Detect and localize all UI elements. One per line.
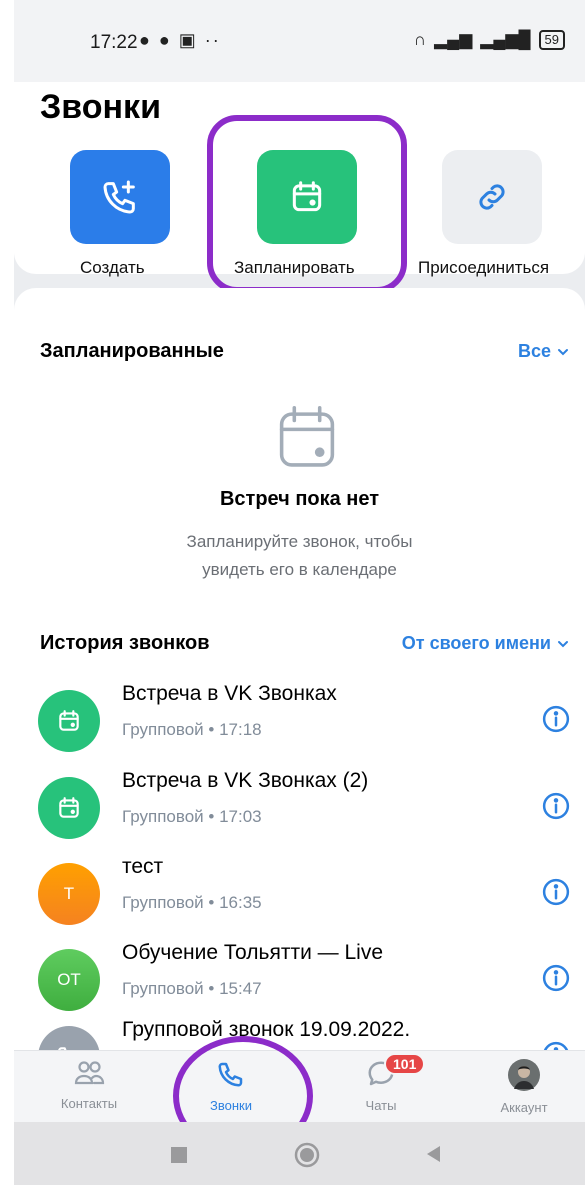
info-icon[interactable] — [541, 791, 571, 821]
join-call-button[interactable] — [442, 150, 542, 244]
row-title: Обучение Тольятти — Live — [122, 941, 383, 964]
calendar-icon — [59, 710, 79, 731]
system-navigation-bar — [14, 1122, 585, 1185]
avatar: ОТ — [38, 949, 100, 1011]
history-row[interactable]: Встреча в VK Звонках Групповой • 17:18 — [14, 680, 585, 766]
empty-state-subtitle-line-1: Запланируйте звонок, чтобы — [186, 532, 413, 551]
calendar-icon — [59, 797, 79, 818]
back-icon[interactable] — [424, 1144, 442, 1164]
phone-screen: 17:22 ● ● ▣ ·· ∩ ▂▄▆ ▂▄▆█ 59 Звонки Созд… — [14, 0, 585, 1185]
link-icon — [479, 184, 505, 210]
join-call-label: Присоединиться — [418, 258, 550, 277]
highlight-circle-schedule — [207, 115, 407, 293]
row-subtitle: Групповой • 17:18 — [122, 720, 262, 739]
row-subtitle: Групповой • 17:03 — [122, 807, 262, 826]
history-filter-dropdown[interactable]: От своего имени — [402, 633, 571, 654]
create-call-button[interactable] — [70, 150, 170, 244]
info-icon[interactable] — [541, 877, 571, 907]
row-title: Встреча в VK Звонках (2) — [122, 769, 369, 792]
signal-icon-2: ▂▄▆█ — [480, 30, 531, 49]
status-time: 17:22 — [90, 32, 138, 53]
avatar — [38, 690, 100, 752]
page-title: Звонки — [40, 88, 161, 126]
tab-account[interactable]: Аккаунт — [469, 1059, 579, 1115]
signal-icon: ▂▄▆ — [434, 30, 473, 49]
row-subtitle: Групповой • 16:35 — [122, 893, 262, 912]
avatar — [38, 777, 100, 839]
tab-chats-label: Чаты — [365, 1098, 397, 1113]
avatar — [508, 1059, 540, 1091]
tab-contacts-label: Контакты — [60, 1096, 118, 1111]
contacts-icon — [74, 1061, 105, 1085]
status-right-icons: ∩ ▂▄▆ ▂▄▆█ 59 — [414, 30, 565, 50]
headphones-icon: ∩ — [413, 30, 427, 49]
scheduled-filter-dropdown[interactable]: Все — [518, 341, 571, 362]
notification-icons: ● ● ▣ ·· — [139, 30, 221, 50]
row-subtitle: Групповой • 15:47 — [122, 979, 262, 998]
calendar-empty-icon — [279, 406, 335, 467]
empty-state-subtitle-line-2: увидеть его в календаре — [202, 560, 397, 579]
empty-state-title: Встреч пока нет — [219, 488, 380, 510]
info-icon[interactable] — [541, 963, 571, 993]
row-title: Встреча в VK Звонках — [122, 682, 337, 705]
info-icon[interactable] — [541, 704, 571, 734]
history-section-title: История звонков — [40, 632, 210, 654]
history-row[interactable]: Т тест Групповой • 16:35 — [14, 853, 585, 939]
history-row[interactable]: Встреча в VK Звонках (2) Групповой • 17:… — [14, 767, 585, 853]
tab-chats[interactable]: 101 Чаты — [326, 1053, 436, 1113]
tab-contacts[interactable]: Контакты — [34, 1059, 144, 1111]
scheduled-section-title: Запланированные — [40, 340, 224, 362]
battery-icon: 59 — [538, 30, 565, 50]
empty-state-subtitle: Запланируйте звонок, чтобы увидеть его в… — [14, 528, 585, 584]
history-row[interactable]: ОТ Обучение Тольятти — Live Групповой • … — [14, 939, 585, 1025]
chats-unread-badge: 101 — [384, 1053, 426, 1075]
avatar: Т — [38, 863, 100, 925]
tab-account-label: Аккаунт — [500, 1100, 548, 1115]
history-filter-label: От своего имени — [401, 633, 551, 653]
row-title: тест — [122, 855, 164, 878]
status-bar: 17:22 ● ● ▣ ·· ∩ ▂▄▆ ▂▄▆█ 59 — [14, 0, 585, 82]
chevron-down-icon — [558, 348, 568, 355]
home-icon[interactable] — [294, 1142, 320, 1168]
scheduled-filter-label: Все — [517, 341, 551, 361]
create-call-label: Создать — [80, 258, 145, 277]
phone-plus-icon — [103, 180, 135, 214]
recent-apps-icon[interactable] — [170, 1146, 188, 1164]
chevron-down-icon — [558, 640, 568, 647]
